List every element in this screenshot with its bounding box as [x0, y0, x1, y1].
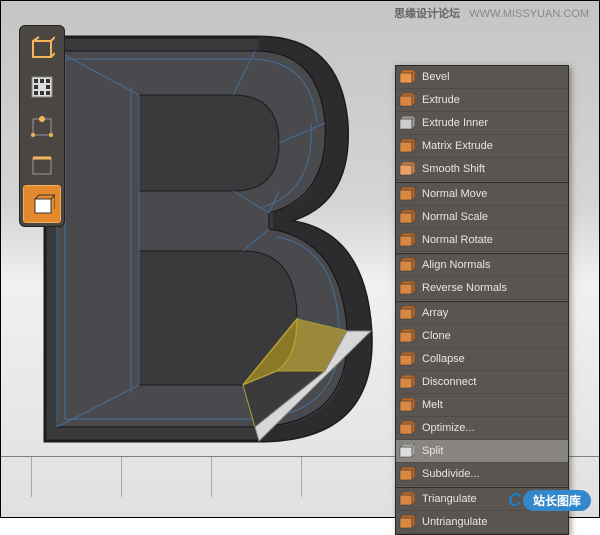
grid-tick	[121, 457, 122, 497]
menu-item-subdivide[interactable]: Subdivide...	[396, 463, 568, 486]
menu-item-melt[interactable]: Melt	[396, 394, 568, 417]
menu-item-normal-move[interactable]: Normal Move	[396, 183, 568, 206]
menu-item-label: Extrude	[422, 94, 460, 106]
split-icon	[396, 441, 418, 461]
menu-item-disconnect[interactable]: Disconnect	[396, 371, 568, 394]
menu-item-label: Normal Move	[422, 188, 487, 200]
watermark-url: WWW.MISSYUAN.COM	[469, 8, 589, 20]
watermark-c: C	[508, 490, 521, 511]
smooth-shift-icon	[396, 159, 418, 179]
menu-item-label: Align Normals	[422, 259, 490, 271]
menu-item-split[interactable]: Split	[396, 440, 568, 463]
grid-tick	[211, 457, 212, 497]
disconnect-icon	[396, 372, 418, 392]
grid-tick	[301, 457, 302, 497]
mode-points[interactable]	[23, 29, 61, 67]
mode-uv[interactable]	[23, 68, 61, 106]
menu-item-normal-scale[interactable]: Normal Scale	[396, 206, 568, 229]
triangulate-icon	[396, 489, 418, 509]
menu-item-untriangulate[interactable]: Untriangulate	[396, 511, 568, 534]
melt-icon	[396, 395, 418, 415]
mode-polygon[interactable]	[23, 185, 61, 223]
menu-item-collapse[interactable]: Collapse	[396, 348, 568, 371]
untriangulate-icon	[396, 512, 418, 532]
normal-rotate-icon	[396, 230, 418, 250]
menu-item-label: Extrude Inner	[422, 117, 488, 129]
watermark-top: 思缘设计论坛 WWW.MISSYUAN.COM	[394, 5, 589, 21]
mode-edge[interactable]	[23, 146, 61, 184]
clone-icon	[396, 326, 418, 346]
model-letter-b	[21, 23, 421, 453]
reverse-normals-icon	[396, 278, 418, 298]
menu-item-label: Collapse	[422, 353, 465, 365]
viewport-3d[interactable]: Bevel Extrude Extrude Inner Matrix Extrude S…	[1, 1, 599, 517]
menu-item-label: Bevel	[422, 71, 450, 83]
menu-item-label: Reverse Normals	[422, 282, 507, 294]
mode-toolbar	[19, 25, 65, 227]
menu-item-reverse-normals[interactable]: Reverse Normals	[396, 277, 568, 300]
menu-item-array[interactable]: Array	[396, 302, 568, 325]
menu-item-label: Melt	[422, 399, 443, 411]
menu-item-clone[interactable]: Clone	[396, 325, 568, 348]
grid-tick	[31, 457, 32, 497]
extrude-inner-icon	[396, 113, 418, 133]
menu-item-label: Matrix Extrude	[422, 140, 493, 152]
normal-move-icon	[396, 184, 418, 204]
align-normals-icon	[396, 255, 418, 275]
matrix-extrude-icon	[396, 136, 418, 156]
menu-item-label: Normal Scale	[422, 211, 488, 223]
watermark-bottom: C 站长图库	[508, 490, 591, 511]
menu-item-label: Optimize...	[422, 422, 475, 434]
menu-item-label: Subdivide...	[422, 468, 479, 480]
menu-item-extrude[interactable]: Extrude	[396, 89, 568, 112]
menu-item-optimize[interactable]: Optimize...	[396, 417, 568, 440]
array-icon	[396, 303, 418, 323]
normal-scale-icon	[396, 207, 418, 227]
extrude-icon	[396, 90, 418, 110]
menu-item-normal-rotate[interactable]: Normal Rotate	[396, 229, 568, 252]
watermark-badge: 站长图库	[523, 490, 591, 511]
menu-item-label: Smooth Shift	[422, 163, 485, 175]
watermark-cn: 思缘设计论坛	[394, 8, 460, 20]
context-menu: Bevel Extrude Extrude Inner Matrix Extrude S…	[395, 65, 569, 535]
menu-item-label: Disconnect	[422, 376, 476, 388]
menu-item-bevel[interactable]: Bevel	[396, 66, 568, 89]
menu-item-label: Split	[422, 445, 443, 457]
menu-item-align-normals[interactable]: Align Normals	[396, 254, 568, 277]
menu-item-label: Array	[422, 307, 448, 319]
optimize-icon	[396, 418, 418, 438]
subdivide-icon	[396, 464, 418, 484]
menu-item-label: Triangulate	[422, 493, 477, 505]
menu-item-label: Clone	[422, 330, 451, 342]
menu-item-matrix-extrude[interactable]: Matrix Extrude	[396, 135, 568, 158]
menu-item-smooth-shift[interactable]: Smooth Shift	[396, 158, 568, 181]
collapse-icon	[396, 349, 418, 369]
menu-item-label: Normal Rotate	[422, 234, 493, 246]
mode-vertex[interactable]	[23, 107, 61, 145]
menu-item-extrude-inner[interactable]: Extrude Inner	[396, 112, 568, 135]
bevel-icon	[396, 67, 418, 87]
